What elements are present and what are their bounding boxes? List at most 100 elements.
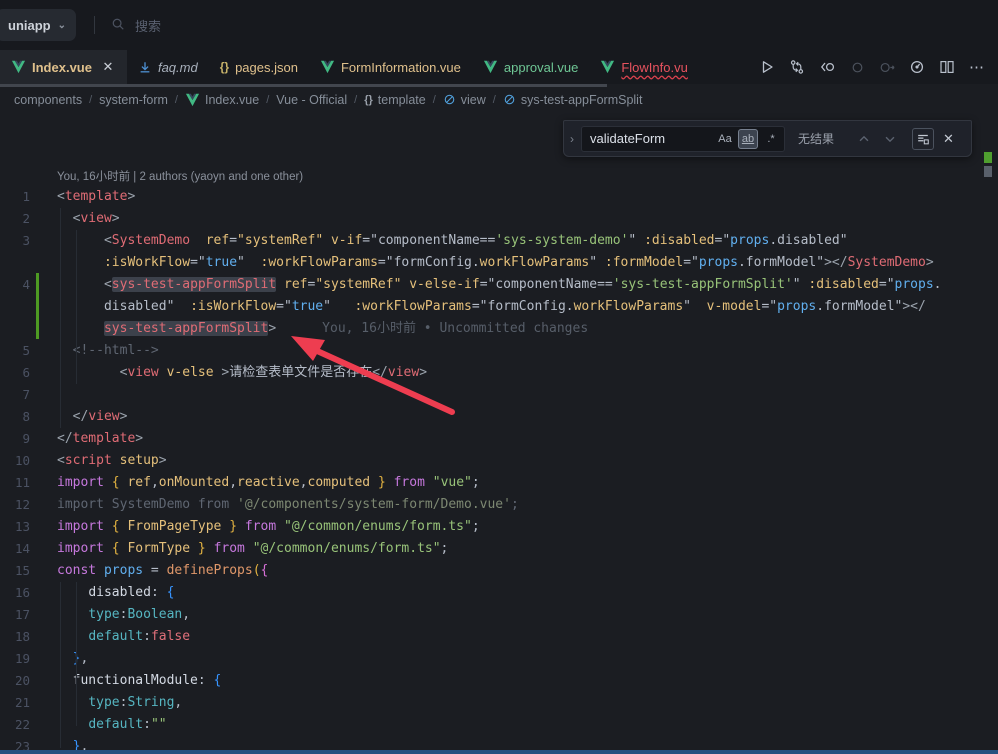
line-number: 4 — [0, 274, 57, 296]
circle-arrow-icon[interactable] — [874, 54, 900, 80]
line-content: import { FromPageType } from "@/common/e… — [57, 516, 480, 538]
breadcrumb-item-components[interactable]: components — [14, 93, 82, 107]
code-line-13[interactable]: 13import { FromPageType } from "@/common… — [0, 516, 998, 538]
code-line-wrap[interactable]: :isWorkFlow="true" :workFlowParams="form… — [0, 252, 998, 274]
line-number: 3 — [0, 230, 57, 252]
git-compare-icon[interactable] — [784, 54, 810, 80]
code-line-5[interactable]: 5 <!--html--> — [0, 340, 998, 362]
breadcrumb-label: system-form — [99, 93, 168, 107]
nav-back-icon[interactable] — [814, 54, 840, 80]
tab-close-icon[interactable]: ✕ — [100, 59, 116, 75]
find-in-selection-button[interactable] — [912, 128, 934, 150]
tab-label: pages.json — [235, 60, 298, 75]
tab-Index.vue[interactable]: Index.vue ✕ — [0, 50, 127, 84]
code-line-wrap[interactable]: disabled" :isWorkFlow="true" :workFlowPa… — [0, 296, 998, 318]
status-bar-edge — [0, 750, 998, 754]
line-number: 22 — [0, 714, 57, 736]
code-editor[interactable]: You, 16小时前 | 2 authors (yaoyn and one ot… — [0, 112, 998, 754]
line-number: 8 — [0, 406, 57, 428]
md-down-icon — [138, 60, 152, 74]
global-search-placeholder: 搜索 — [135, 16, 161, 35]
code-line-wrap[interactable]: sys-test-appFormSplit>You, 16小时前 • Uncom… — [0, 318, 998, 340]
breadcrumb-item-system-form[interactable]: system-form — [99, 93, 168, 107]
code-line-15[interactable]: 15const props = defineProps({ — [0, 560, 998, 582]
tab-pages.json[interactable]: {}pages.json — [209, 50, 309, 84]
code-line-6[interactable]: 6 <view v-else >请检查表单文件是否存在</view> — [0, 362, 998, 384]
code-line-21[interactable]: 21 type:String, — [0, 692, 998, 714]
split-editor-icon[interactable] — [934, 54, 960, 80]
tab-label: faq.md — [158, 60, 198, 75]
line-number — [0, 318, 57, 340]
find-option-whole-word[interactable]: ab — [738, 129, 758, 149]
app-menu-label: uniapp — [8, 18, 51, 33]
find-input[interactable] — [582, 131, 708, 146]
code-line-17[interactable]: 17 type:Boolean, — [0, 604, 998, 626]
overview-ruler-scroll-mark[interactable] — [984, 166, 992, 177]
circle-icon[interactable] — [844, 54, 870, 80]
tab-FlowInfo.vu[interactable]: FlowInfo.vu — [589, 50, 698, 84]
global-search-button[interactable]: 搜索 — [111, 16, 161, 35]
code-line-7[interactable]: 7 — [0, 384, 998, 406]
line-number: 10 — [0, 450, 57, 472]
tab-label: Index.vue — [32, 60, 92, 75]
find-option-match-case[interactable]: Aa — [715, 129, 735, 149]
find-previous-button[interactable] — [854, 129, 874, 149]
line-content: :isWorkFlow="true" :workFlowParams="form… — [57, 252, 934, 274]
tab-label: approval.vue — [504, 60, 578, 75]
line-number — [0, 252, 57, 274]
breadcrumb-item-Index.vue[interactable]: Index.vue — [185, 93, 259, 107]
vue-icon — [11, 60, 26, 74]
breadcrumb-label: components — [14, 93, 82, 107]
code-line-16[interactable]: 16 disabled: { — [0, 582, 998, 604]
breadcrumb-item-view[interactable]: view — [443, 93, 486, 107]
breadcrumb-item-sys-test-appFormSplit[interactable]: sys-test-appFormSplit — [503, 93, 643, 107]
code-line-11[interactable]: 11import { ref,onMounted,reactive,comput… — [0, 472, 998, 494]
debug-run-icon[interactable] — [904, 54, 930, 80]
code-line-19[interactable]: 19 }, — [0, 648, 998, 670]
search-icon — [111, 17, 125, 34]
tab-approval.vue[interactable]: approval.vue — [472, 50, 589, 84]
code-line-18[interactable]: 18 default:false — [0, 626, 998, 648]
breadcrumb-separator: / — [354, 94, 357, 106]
code-line-12[interactable]: 12import SystemDemo from '@/components/s… — [0, 494, 998, 516]
line-number — [0, 296, 57, 318]
line-number: 7 — [0, 384, 57, 406]
find-close-button[interactable]: ✕ — [943, 131, 954, 147]
code-line-3[interactable]: 3 <SystemDemo ref="systemRef" v-if="comp… — [0, 230, 998, 252]
line-content: import { ref,onMounted,reactive,computed… — [57, 472, 480, 494]
tab-faq.md[interactable]: faq.md — [127, 50, 209, 84]
code-line-14[interactable]: 14import { FormType } from "@/common/enu… — [0, 538, 998, 560]
breadcrumb-separator: / — [493, 94, 496, 106]
run-icon[interactable] — [754, 54, 780, 80]
breadcrumb-separator: / — [266, 94, 269, 106]
vue-icon — [320, 60, 335, 74]
code-line-10[interactable]: 10<script setup> — [0, 450, 998, 472]
app-menu-button[interactable]: uniapp ⌄ — [0, 9, 76, 41]
title-bar: uniapp ⌄ 搜索 — [0, 0, 998, 50]
breadcrumb-label: sys-test-appFormSplit — [521, 93, 643, 107]
code-line-2[interactable]: 2 <view> — [0, 208, 998, 230]
find-next-button[interactable] — [880, 129, 900, 149]
line-content: }, — [57, 648, 88, 670]
breadcrumb-separator: / — [433, 94, 436, 106]
more-icon[interactable]: ⋯ — [964, 54, 990, 80]
codelens-annotation[interactable]: You, 16小时前 | 2 authors (yaoyn and one ot… — [0, 168, 998, 186]
code-line-9[interactable]: 9</template> — [0, 428, 998, 450]
code-line-4[interactable]: 4 <sys-test-appFormSplit ref="systemRef"… — [0, 274, 998, 296]
git-blame-annotation: You, 16小时前 • Uncommitted changes — [322, 318, 588, 340]
code-line-1[interactable]: 1<template> — [0, 186, 998, 208]
code-line-22[interactable]: 22 default:"" — [0, 714, 998, 736]
find-expand-chevron-icon[interactable]: › — [564, 132, 581, 146]
find-option-regex[interactable]: .* — [761, 129, 781, 149]
editor-actions: ⋯ — [754, 50, 998, 84]
code-line-8[interactable]: 8 </view> — [0, 406, 998, 428]
breadcrumb-item-Vue - Official[interactable]: Vue - Official — [276, 93, 347, 107]
code-line-20[interactable]: 20 functionalModule: { — [0, 670, 998, 692]
breadcrumb-item-template[interactable]: {}template — [364, 93, 426, 107]
symbol-icon — [503, 93, 516, 106]
line-content: functionalModule: { — [57, 670, 221, 692]
line-content: const props = defineProps({ — [57, 560, 268, 582]
find-nav — [854, 128, 934, 150]
breadcrumb-separator: / — [89, 94, 92, 106]
tab-FormInformation.vue[interactable]: FormInformation.vue — [309, 50, 472, 84]
